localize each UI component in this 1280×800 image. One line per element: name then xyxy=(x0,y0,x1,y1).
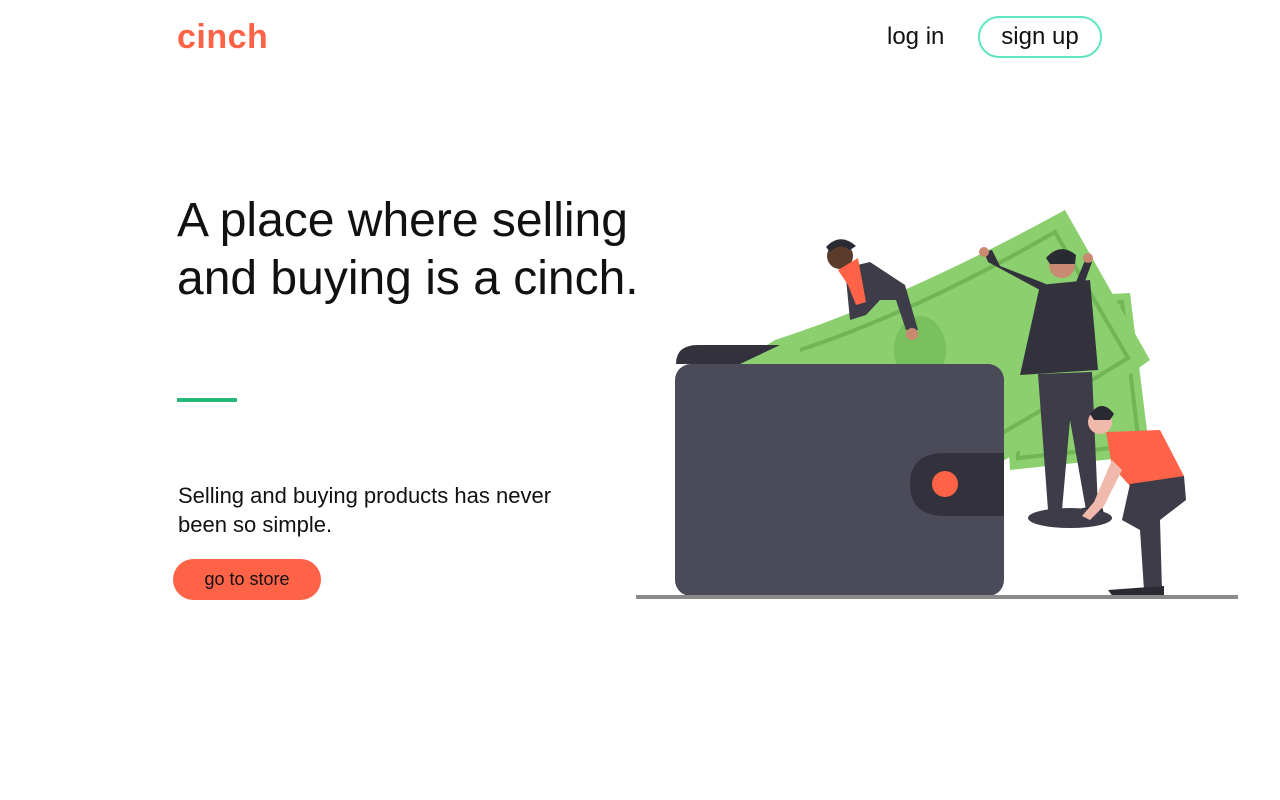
hero-subtitle: Selling and buying products has never be… xyxy=(178,483,552,537)
wallet-money-people-illustration xyxy=(636,210,1238,599)
title-accent-rule xyxy=(177,398,237,402)
signup-button[interactable]: sign up xyxy=(978,16,1102,58)
login-link[interactable]: log in xyxy=(876,18,955,56)
wallet-clasp-dot xyxy=(932,471,958,497)
go-to-store-button[interactable]: go to store xyxy=(173,559,321,600)
floor-plate xyxy=(1028,508,1112,528)
ground-line xyxy=(636,595,1238,599)
hero-title: A place where selling and buying is a ci… xyxy=(177,194,639,305)
logo[interactable]: cinch xyxy=(177,16,268,58)
